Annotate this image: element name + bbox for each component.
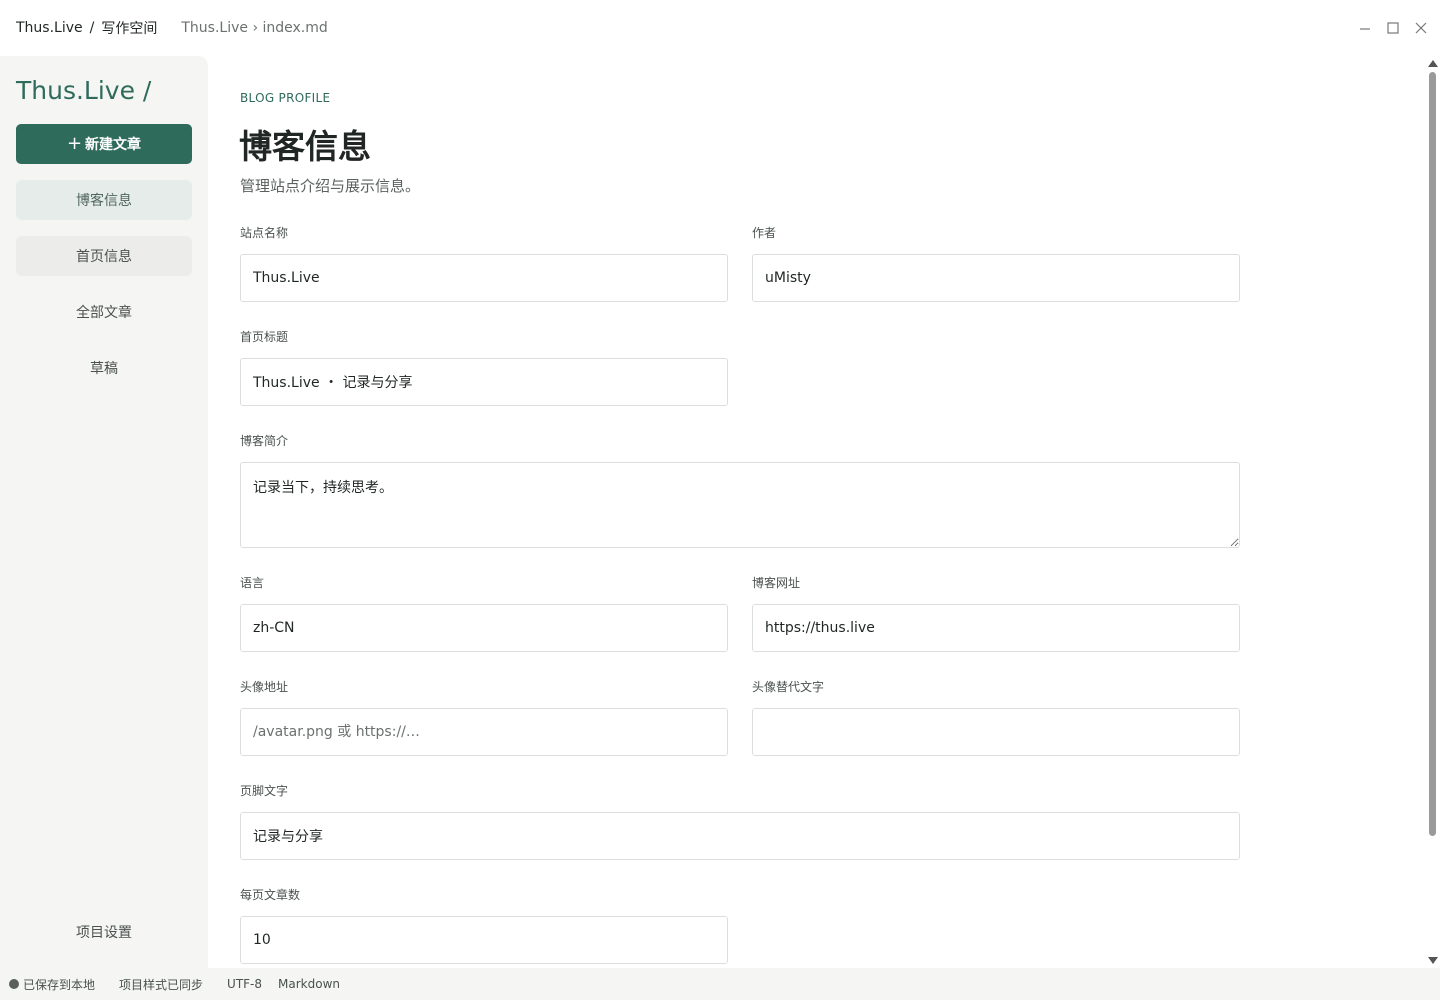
- close-icon[interactable]: [1412, 16, 1430, 40]
- title-bar: Thus.Live / 写作空间 Thus.Live › index.md: [0, 0, 1440, 56]
- avatar-url-input[interactable]: [240, 708, 728, 756]
- sidebar-item-label: 全部文章: [76, 305, 132, 321]
- main-content: BLOG PROFILE 博客信息 管理站点介绍与展示信息。 站点名称 作者 首…: [208, 56, 1426, 968]
- encoding-status: UTF-8: [227, 977, 263, 991]
- maximize-icon[interactable]: [1384, 16, 1402, 40]
- sidebar-item-label: 草稿: [90, 361, 118, 377]
- footer-text-input[interactable]: [240, 812, 1240, 860]
- blog-url-label: 博客网址: [752, 576, 801, 590]
- scroll-down-arrow-icon[interactable]: [1428, 957, 1438, 964]
- description-label: 博客简介: [240, 434, 289, 448]
- window-controls: [1356, 16, 1430, 40]
- new-post-button[interactable]: + 新建文章: [16, 124, 192, 164]
- file-path-breadcrumb: Thus.Live › index.md: [181, 20, 328, 36]
- language-label: 语言: [240, 576, 265, 590]
- blog-url-input[interactable]: [752, 604, 1240, 652]
- site-name-input[interactable]: [240, 254, 728, 302]
- page-title: 博客信息: [239, 127, 371, 166]
- brand-logo[interactable]: Thus.Live /: [16, 76, 151, 105]
- section-eyebrow: BLOG PROFILE: [240, 91, 331, 105]
- new-post-label: 新建文章: [85, 137, 142, 153]
- sidebar-item-project-settings[interactable]: 项目设置: [16, 912, 192, 952]
- sidebar-item-drafts[interactable]: 草稿: [16, 348, 192, 388]
- home-title-label: 首页标题: [240, 330, 289, 344]
- avatar-url-label: 头像地址: [240, 680, 289, 694]
- avatar-alt-input[interactable]: [752, 708, 1240, 756]
- scrollbar-thumb[interactable]: [1429, 72, 1436, 836]
- sidebar-item-label: 首页信息: [76, 249, 132, 265]
- plus-icon: +: [66, 133, 83, 154]
- avatar-alt-label: 头像替代文字: [752, 680, 825, 694]
- status-bar: 已保存到本地 项目样式已同步 UTF-8 Markdown: [0, 968, 1440, 1000]
- language-input[interactable]: [240, 604, 728, 652]
- app-name: Thus.Live: [16, 20, 83, 36]
- saved-status-dot-icon: [9, 979, 19, 989]
- sidebar-item-label: 博客信息: [76, 193, 132, 209]
- sidebar-item-home-info[interactable]: 首页信息: [16, 236, 192, 276]
- saved-status: 已保存到本地: [23, 977, 96, 992]
- sidebar-item-all-posts[interactable]: 全部文章: [16, 292, 192, 332]
- workspace-name: 写作空间: [101, 21, 158, 37]
- author-input[interactable]: [752, 254, 1240, 302]
- sidebar-item-blog-info[interactable]: 博客信息: [16, 180, 192, 220]
- posts-per-page-input[interactable]: [240, 916, 728, 964]
- description-textarea[interactable]: 记录当下，持续思考。: [240, 462, 1240, 548]
- page-subtitle: 管理站点介绍与展示信息。: [240, 177, 421, 195]
- style-sync-status: 项目样式已同步: [119, 977, 204, 992]
- home-title-input[interactable]: [240, 358, 728, 406]
- breadcrumb-separator: /: [89, 20, 95, 36]
- minimize-icon[interactable]: [1356, 16, 1374, 40]
- author-label: 作者: [752, 226, 777, 240]
- sidebar: Thus.Live / + 新建文章 博客信息 首页信息 全部文章 草稿 项目设…: [0, 56, 208, 968]
- format-status: Markdown: [278, 977, 340, 991]
- site-name-label: 站点名称: [240, 226, 289, 240]
- posts-per-page-label: 每页文章数: [240, 888, 301, 902]
- vertical-scrollbar[interactable]: [1426, 56, 1440, 968]
- sidebar-item-label: 项目设置: [76, 925, 132, 941]
- scroll-up-arrow-icon[interactable]: [1428, 60, 1438, 67]
- footer-text-label: 页脚文字: [240, 784, 289, 798]
